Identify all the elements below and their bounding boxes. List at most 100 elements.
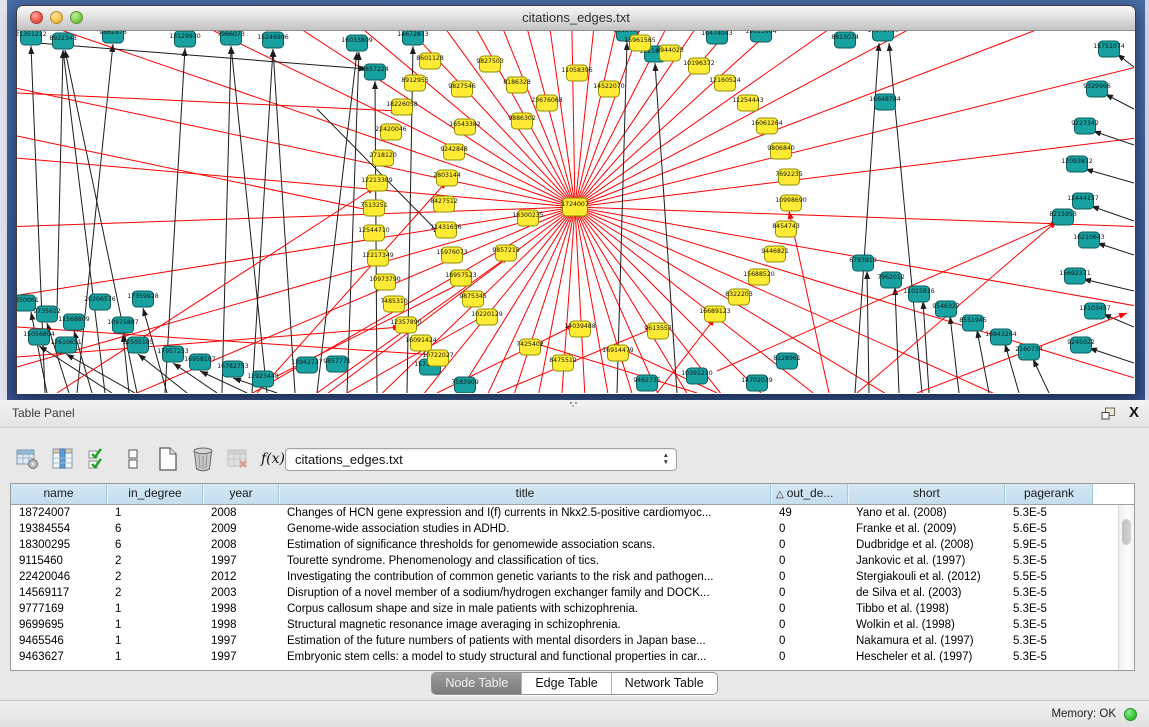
network-node[interactable]: 9875345 xyxy=(459,291,487,307)
network-node[interactable]: 21351212 xyxy=(17,31,47,45)
close-panel-icon[interactable]: X xyxy=(1129,403,1139,423)
network-node[interactable]: 9862876 xyxy=(99,31,127,43)
column-visibility-button[interactable] xyxy=(51,446,75,472)
network-node[interactable]: 11568809 xyxy=(58,314,90,330)
column-header-in-degree[interactable]: in_degree xyxy=(107,484,203,504)
network-node[interactable]: 16958107 xyxy=(184,354,216,370)
float-panel-icon[interactable] xyxy=(1101,407,1116,420)
network-node[interactable]: 16033809 xyxy=(341,35,373,51)
network-node[interactable]: 14522070 xyxy=(593,81,625,97)
network-node[interactable]: 2718120 xyxy=(369,150,397,166)
network-node[interactable]: 14672873 xyxy=(397,31,429,45)
table-row[interactable]: 946554611997Estimation of the future num… xyxy=(11,633,1119,649)
network-node[interactable]: 9546327 xyxy=(932,301,960,317)
dropdown-spinner-icon[interactable]: ▲ ▼ xyxy=(663,452,669,466)
table-settings-button[interactable] xyxy=(16,446,40,472)
column-header-pagerank[interactable]: pagerank xyxy=(1005,484,1093,504)
network-node[interactable]: 16689123 xyxy=(699,306,731,322)
network-node[interactable]: 8322203 xyxy=(725,289,753,305)
network-node[interactable]: 10474043 xyxy=(701,31,733,44)
network-node[interactable]: 9462735 xyxy=(633,375,661,391)
network-node[interactable]: 16648784 xyxy=(869,94,901,110)
panel-splitter-handle[interactable] xyxy=(567,401,583,407)
network-node[interactable]: 8813074 xyxy=(831,32,859,48)
network-node[interactable]: 20206576 xyxy=(84,294,116,310)
column-header-short[interactable]: short xyxy=(848,484,1005,504)
tab-node-table[interactable]: Node Table xyxy=(432,673,521,694)
network-node[interactable]: 7425402 xyxy=(516,339,544,355)
network-node[interactable]: 10975887 xyxy=(107,317,139,333)
column-header-year[interactable]: year xyxy=(203,484,279,504)
network-node[interactable]: 8944023 xyxy=(656,45,684,61)
network-node[interactable]: 2803144 xyxy=(433,170,461,186)
table-row[interactable]: 946362711997Embryonic stem cells: a mode… xyxy=(11,649,1119,665)
network-node[interactable]: 8128961 xyxy=(773,353,801,369)
table-row[interactable]: 1830029562008Estimation of significance … xyxy=(11,537,1119,553)
network-node[interactable]: 10196372 xyxy=(683,58,715,74)
network-node[interactable]: 16210643 xyxy=(1073,232,1105,248)
network-node[interactable]: 10998690 xyxy=(775,195,807,211)
network-node[interactable]: 9827503 xyxy=(476,56,504,72)
network-window-titlebar[interactable]: citations_edges.txt xyxy=(17,6,1135,31)
table-row[interactable]: 2242004622012Investigating the contribut… xyxy=(11,569,1119,585)
network-node[interactable]: 8912955 xyxy=(401,75,429,91)
network-node[interactable]: 8454743 xyxy=(772,221,800,237)
memory-status-label[interactable]: Memory: OK xyxy=(1051,701,1116,727)
network-node[interactable]: 23676068 xyxy=(531,95,563,111)
network-node[interactable]: 13129930 xyxy=(169,31,201,47)
table-selector-dropdown[interactable]: citations_edges.txt ▲ ▼ xyxy=(285,448,677,471)
select-rows-button[interactable] xyxy=(86,446,110,472)
network-node[interactable]: 9613557 xyxy=(644,323,672,339)
network-node[interactable]: 9245022 xyxy=(1067,337,1095,353)
table-row[interactable]: 1456911722003Disruption of a novel membe… xyxy=(11,585,1119,601)
delete-column-button[interactable] xyxy=(191,446,215,472)
network-node[interactable]: 8186328 xyxy=(503,77,531,93)
network-node[interactable]: 9827546 xyxy=(448,81,476,97)
network-node[interactable]: 15246906 xyxy=(257,32,289,48)
tab-network-table[interactable]: Network Table xyxy=(611,673,717,694)
network-node[interactable]: 8215953 xyxy=(1049,209,1077,225)
network-node[interactable]: 9857771 xyxy=(323,356,351,372)
network-node[interactable]: 8551945 xyxy=(959,315,987,331)
network-node[interactable]: 7962012 xyxy=(877,272,905,288)
table-vertical-scrollbar[interactable] xyxy=(1118,505,1134,670)
table-row[interactable]: 1872400712008Changes of HCN gene express… xyxy=(11,505,1119,521)
network-view[interactable]: 213512128922343 9862876 13129930 7966073 152… xyxy=(17,31,1135,394)
network-node[interactable]: 12357890 xyxy=(390,317,422,333)
network-node[interactable]: 2160734 xyxy=(1015,344,1043,360)
network-node[interactable]: 16543382 xyxy=(449,119,481,135)
network-node[interactable]: 6793919 xyxy=(849,255,877,271)
create-column-button[interactable] xyxy=(156,446,180,472)
network-node[interactable]: 18957523 xyxy=(445,270,477,286)
table-row[interactable]: 1938455462009Genome-wide association stu… xyxy=(11,521,1119,537)
network-node[interactable]: 9735612 xyxy=(33,306,61,322)
network-node[interactable]: 8601128 xyxy=(416,53,444,69)
network-node[interactable]: 16648760 xyxy=(867,31,899,41)
network-node[interactable]: 1724007 xyxy=(561,198,589,216)
scrollbar-thumb[interactable] xyxy=(1122,519,1131,545)
column-header-out-degree[interactable]: △out_de... xyxy=(771,484,848,504)
network-node[interactable]: 14702039 xyxy=(741,375,773,391)
network-node[interactable]: 9886302 xyxy=(508,113,536,129)
network-node[interactable]: 15751074 xyxy=(1093,41,1125,57)
network-node[interactable]: 18226058 xyxy=(386,99,418,115)
network-node[interactable]: 12505185 xyxy=(122,337,154,353)
network-node[interactable]: 7513251 xyxy=(360,200,388,216)
network-node[interactable]: 16061264 xyxy=(751,118,783,134)
network-node[interactable]: 14039488 xyxy=(564,321,596,337)
network-node[interactable]: 7966073 xyxy=(217,31,245,45)
network-node[interactable]: 11015816 xyxy=(903,286,935,302)
network-node[interactable]: 9242848 xyxy=(440,144,468,160)
network-node[interactable]: 9857213 xyxy=(492,245,520,261)
network-node[interactable]: 19013904 xyxy=(745,31,777,42)
network-node[interactable]: 9227342 xyxy=(1071,118,1099,134)
network-node[interactable]: 8475512 xyxy=(549,355,577,371)
column-header-title[interactable]: title xyxy=(279,484,771,504)
network-node[interactable]: 18843264 xyxy=(985,329,1017,345)
table-row[interactable]: 977716911998Corpus callosum shape and si… xyxy=(11,601,1119,617)
network-node[interactable]: 8922343 xyxy=(49,33,77,49)
table-row[interactable]: 911546021997Tourette syndrome. Phenomeno… xyxy=(11,553,1119,569)
network-node[interactable]: 16091424 xyxy=(405,335,437,351)
network-node[interactable]: 16914479 xyxy=(602,345,634,361)
network-node[interactable]: 7857224 xyxy=(361,64,389,80)
